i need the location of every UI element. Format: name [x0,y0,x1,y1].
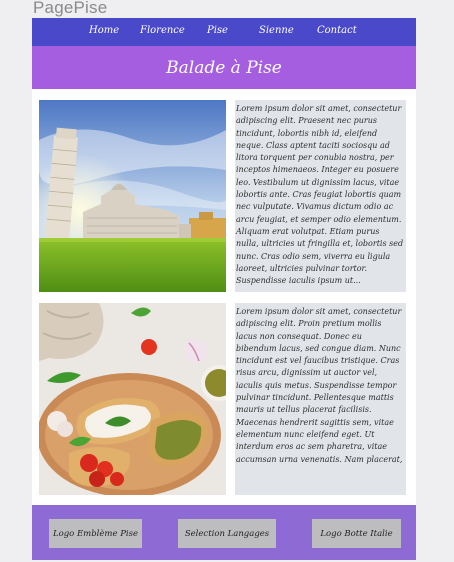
page-frame: Home Florence Pise Sienne Contact Balade… [32,18,416,560]
nav-item-contact[interactable]: Contact [317,25,357,36]
nav-item-home[interactable]: Home [89,25,119,36]
nav-item-florence[interactable]: Florence [140,25,185,36]
top-navigation: Home Florence Pise Sienne Contact [32,18,416,46]
section-text-box: Lorem ipsum dolor sit amet, consectetur … [235,100,406,292]
section-text-box: Lorem ipsum dolor sit amet, consectetur … [235,303,406,495]
nav-item-pise[interactable]: Pise [207,25,228,36]
bruschetta-food-photo [39,303,226,495]
logo-embleme-pise-button[interactable]: Logo Emblème Pise [49,519,142,548]
language-selection-button[interactable]: Selection Langages [178,519,276,548]
section-text: Lorem ipsum dolor sit amet, consectetur … [236,104,404,286]
nav-item-sienne[interactable]: Sienne [259,25,294,36]
page-title: Balade à Pise [166,57,282,78]
section-text: Lorem ipsum dolor sit amet, consectetur … [236,307,403,464]
page-banner: Balade à Pise [32,46,416,89]
app-title: PagePise [33,0,108,17]
logo-botte-italie-button[interactable]: Logo Botte Italie [312,519,401,548]
leaning-tower-of-pisa-photo [39,100,226,292]
page-footer: Logo Emblème Pise Selection Langages Log… [32,505,416,560]
